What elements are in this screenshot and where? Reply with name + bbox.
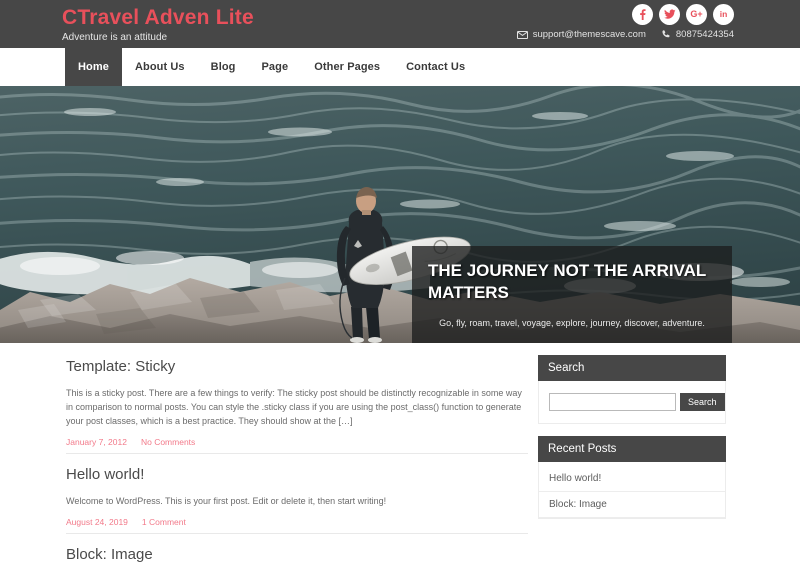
post-item: Block: Image xyxy=(66,533,528,571)
email-contact[interactable]: support@themescave.com xyxy=(516,29,646,40)
nav-item-other-pages[interactable]: Other Pages xyxy=(301,48,393,86)
phone-text: 80875424354 xyxy=(675,29,734,40)
nav-item-blog[interactable]: Blog xyxy=(198,48,249,86)
post-item: Hello world! Welcome to WordPress. This … xyxy=(66,453,528,533)
post-meta: August 24, 2019 1 Comment xyxy=(66,517,528,527)
twitter-icon[interactable] xyxy=(659,4,680,25)
post-date[interactable]: January 7, 2012 xyxy=(66,437,127,447)
search-widget-title: Search xyxy=(538,355,726,381)
hero-heading: THE JOURNEY NOT THE ARRIVAL MATTERS xyxy=(428,261,707,302)
post-date[interactable]: August 24, 2019 xyxy=(66,517,128,527)
phone-icon xyxy=(662,30,671,39)
google-plus-icon[interactable]: G+ xyxy=(686,4,707,25)
search-widget-body: Search xyxy=(539,381,725,423)
contact-info: support@themescave.com 80875424354 xyxy=(516,29,734,40)
recent-posts-list: Hello world! Block: Image xyxy=(539,462,725,518)
post-list: Template: Sticky This is a sticky post. … xyxy=(66,357,528,571)
nav-item-home[interactable]: Home xyxy=(65,48,122,86)
sidebar: Search Search Recent Posts Hello world! … xyxy=(538,355,726,531)
nav-item-contact-us[interactable]: Contact Us xyxy=(393,48,478,86)
search-input[interactable] xyxy=(549,393,676,411)
search-widget: Search Search xyxy=(538,355,726,424)
recent-post-item[interactable]: Block: Image xyxy=(539,492,725,518)
site-header: CTravel Adven Lite Adventure is an attit… xyxy=(0,0,800,48)
post-title[interactable]: Hello world! xyxy=(66,465,528,485)
social-links: G+ in xyxy=(632,4,734,25)
post-excerpt: Welcome to WordPress. This is your first… xyxy=(66,496,387,506)
phone-contact[interactable]: 80875424354 xyxy=(662,29,734,40)
email-text: support@themescave.com xyxy=(532,29,646,40)
hero-caption: THE JOURNEY NOT THE ARRIVAL MATTERS Go, … xyxy=(412,246,732,343)
post-title[interactable]: Template: Sticky xyxy=(66,357,528,377)
post-meta: January 7, 2012 No Comments xyxy=(66,437,528,447)
recent-post-item[interactable]: Hello world! xyxy=(539,466,725,492)
search-button[interactable]: Search xyxy=(680,393,725,411)
recent-posts-widget: Recent Posts Hello world! Block: Image xyxy=(538,436,726,519)
content-area: Template: Sticky This is a sticky post. … xyxy=(0,343,800,563)
main-navigation: Home About Us Blog Page Other Pages Cont… xyxy=(30,48,568,86)
post-excerpt: This is a sticky post. There are a few t… xyxy=(66,388,522,426)
nav-item-page[interactable]: Page xyxy=(249,48,302,86)
post-item: Template: Sticky This is a sticky post. … xyxy=(66,357,528,453)
brand-block[interactable]: CTravel Adven Lite Adventure is an attit… xyxy=(62,6,254,44)
linkedin-icon[interactable]: in xyxy=(713,4,734,25)
post-title[interactable]: Block: Image xyxy=(66,545,528,565)
facebook-icon[interactable] xyxy=(632,4,653,25)
hero-slider: THE JOURNEY NOT THE ARRIVAL MATTERS Go, … xyxy=(0,86,800,343)
hero-subtitle: Go, fly, roam, travel, voyage, explore, … xyxy=(439,318,705,328)
nav-item-about-us[interactable]: About Us xyxy=(122,48,198,86)
envelope-icon xyxy=(516,30,528,39)
site-title[interactable]: CTravel Adven Lite xyxy=(62,6,254,30)
post-comments[interactable]: No Comments xyxy=(141,437,195,447)
recent-posts-title: Recent Posts xyxy=(538,436,726,462)
search-form: Search xyxy=(549,393,725,411)
site-tagline: Adventure is an attitude xyxy=(62,32,168,43)
post-comments[interactable]: 1 Comment xyxy=(142,517,186,527)
